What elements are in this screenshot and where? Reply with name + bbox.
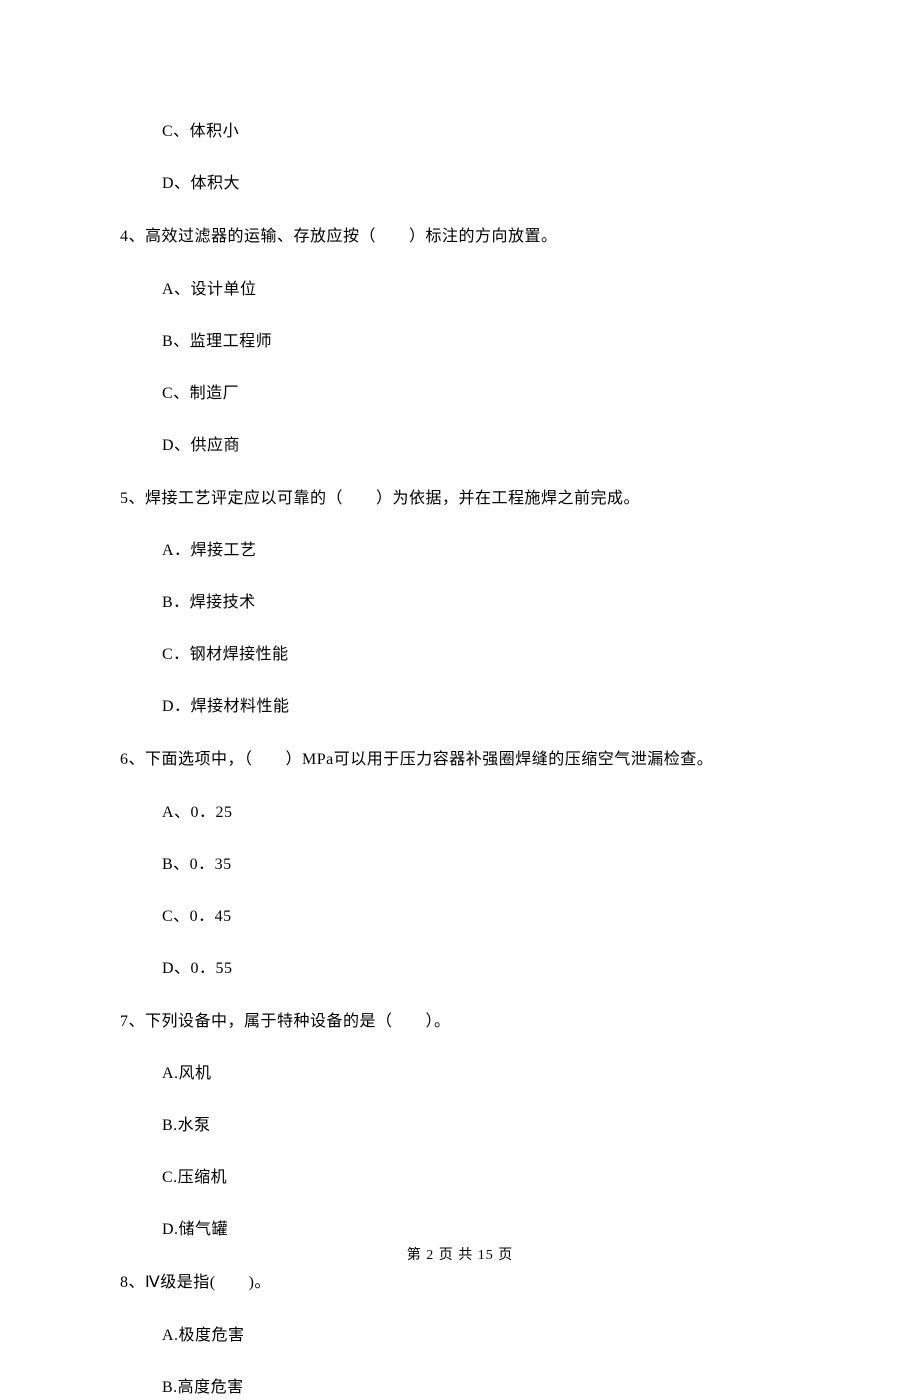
q4-option-d: D、供应商 xyxy=(162,434,800,458)
q4-option-a: A、设计单位 xyxy=(162,278,800,302)
q5-option-b: B．焊接技术 xyxy=(162,591,800,615)
q8-stem: 8、Ⅳ级是指( )。 xyxy=(120,1270,800,1296)
q3-option-d: D、体积大 xyxy=(162,172,800,196)
q7-stem: 7、下列设备中，属于特种设备的是（ ）。 xyxy=(120,1009,800,1035)
q8-option-b: B.高度危害 xyxy=(162,1376,800,1400)
q3-option-c: C、体积小 xyxy=(162,120,800,144)
q7-option-c: C.压缩机 xyxy=(162,1166,800,1190)
q7-option-d: D.储气罐 xyxy=(162,1218,800,1242)
q4-stem: 4、高效过滤器的运输、存放应按（ ）标注的方向放置。 xyxy=(120,224,800,250)
q8-option-a: A.极度危害 xyxy=(162,1324,800,1348)
q7-option-b: B.水泵 xyxy=(162,1114,800,1138)
q5-option-d: D．焊接材料性能 xyxy=(162,695,800,719)
page-footer: 第 2 页 共 15 页 xyxy=(0,1244,920,1264)
q6-stem: 6、下面选项中，（ ）MPa可以用于压力容器补强圈焊缝的压缩空气泄漏检查。 xyxy=(120,747,800,773)
q7-option-a: A.风机 xyxy=(162,1062,800,1086)
page-content: C、体积小 D、体积大 4、高效过滤器的运输、存放应按（ ）标注的方向放置。 A… xyxy=(0,0,920,1400)
q6-option-a: A、0．25 xyxy=(162,801,800,825)
q6-option-d: D、0．55 xyxy=(162,957,800,981)
q5-option-a: A．焊接工艺 xyxy=(162,539,800,563)
q5-option-c: C．钢材焊接性能 xyxy=(162,643,800,667)
q6-option-b: B、0．35 xyxy=(162,853,800,877)
q4-option-c: C、制造厂 xyxy=(162,382,800,406)
q5-stem: 5、焊接工艺评定应以可靠的（ ）为依据，并在工程施焊之前完成。 xyxy=(120,486,800,512)
q6-option-c: C、0．45 xyxy=(162,905,800,929)
q4-option-b: B、监理工程师 xyxy=(162,330,800,354)
